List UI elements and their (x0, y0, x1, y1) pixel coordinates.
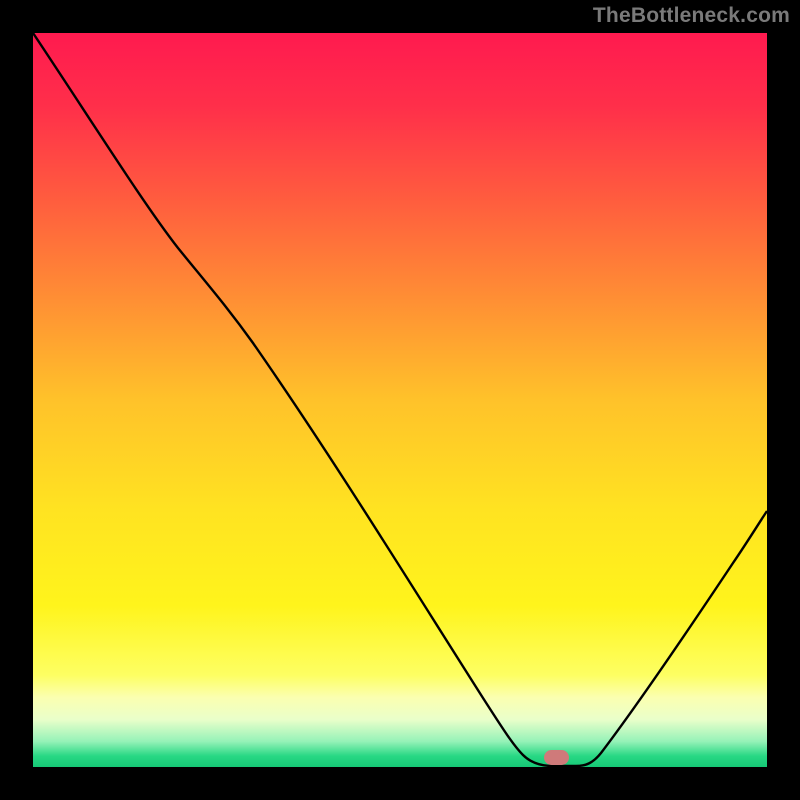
chart-frame: TheBottleneck.com (0, 0, 800, 800)
gradient-background (33, 33, 767, 767)
watermark-text: TheBottleneck.com (593, 4, 790, 28)
plot-area (33, 33, 767, 767)
highlight-marker (544, 750, 569, 765)
plot-svg (33, 33, 767, 767)
